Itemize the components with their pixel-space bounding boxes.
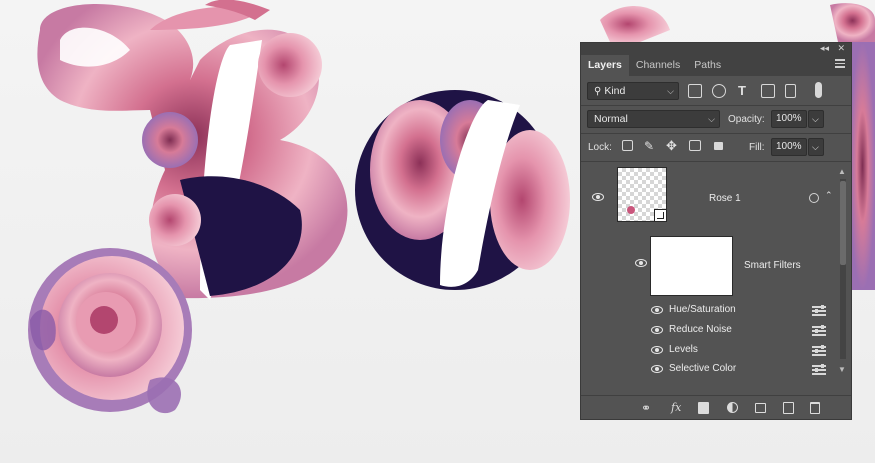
scroll-up-icon[interactable]: ▲ [838,167,846,176]
adjustment-filter-icon[interactable] [712,84,726,98]
layers-bottom-toolbar: ⚭ fx [581,395,851,419]
tab-channels[interactable]: Channels [629,55,687,76]
filter-row-reduce-noise[interactable]: Reduce Noise [581,320,836,340]
close-panel-button[interactable]: ✕ [837,43,845,54]
fill-input[interactable]: 100% [771,138,807,156]
lock-image-icon[interactable]: ✎ [644,139,654,153]
adjustment-layer-icon[interactable] [727,402,738,413]
tab-paths[interactable]: Paths [687,55,728,76]
filter-row-levels[interactable]: Levels [581,340,836,360]
fx-icon[interactable]: fx [671,402,681,414]
image-filter-icon[interactable] [688,84,702,98]
lock-all-icon[interactable] [714,142,723,150]
opacity-input[interactable]: 100% [771,110,807,128]
scroll-thumb[interactable] [840,181,846,265]
chevron-down-icon: ⌵ [667,86,674,96]
tab-layers[interactable]: Layers [581,55,629,76]
rose-thumbnail-icon [627,206,635,214]
filter-name: Reduce Noise [669,324,732,335]
rose-flower [28,248,192,414]
letter-o-shape [355,90,570,290]
layers-panel: ◂◂ ✕ Layers Channels Paths ⚲ Kind ⌵ T Nor… [580,42,852,420]
lock-position-icon[interactable]: ✥ [666,138,677,154]
fill-dropdown-button[interactable]: ⌵ [808,138,824,156]
layers-list[interactable]: Rose 1 ⌃ Smart Filters Hue/Saturation Re… [581,163,836,376]
new-group-icon[interactable] [755,403,766,413]
fill-label: Fill: [749,142,765,153]
shape-filter-icon[interactable] [761,84,775,98]
add-mask-icon[interactable] [698,402,709,414]
scroll-down-icon[interactable]: ▼ [838,365,846,374]
filter-row-hue-saturation[interactable]: Hue/Saturation [581,300,836,320]
filter-name: Hue/Saturation [669,304,736,315]
smart-object-badge-icon [654,209,666,221]
delete-layer-icon[interactable] [810,402,820,414]
visibility-eye-icon[interactable] [651,326,663,334]
visibility-eye-icon[interactable] [651,365,663,373]
filter-toggle-icon[interactable] [815,82,822,98]
chevron-up-icon[interactable]: ⌃ [825,190,833,201]
layer-name: Rose 1 [709,193,741,204]
opacity-dropdown-button[interactable]: ⌵ [808,110,824,128]
lock-label: Lock: [588,142,612,153]
blending-options-icon[interactable] [812,325,826,336]
smart-filters-label: Smart Filters [744,260,801,271]
layer-thumbnail [617,167,667,222]
smart-filter-mask-thumbnail [650,236,733,296]
link-layers-icon[interactable]: ⚭ [641,402,651,414]
filter-kind-label: Kind [604,85,626,97]
smart-filter-link-icon[interactable] [809,193,819,203]
visibility-eye-icon[interactable] [651,306,663,314]
filter-row-selective-color[interactable]: Selective Color [581,359,836,376]
filter-name: Levels [669,344,698,355]
visibility-eye-icon[interactable] [651,346,663,354]
blend-mode-value: Normal [594,113,628,125]
search-icon: ⚲ [594,86,602,97]
blending-options-icon[interactable] [812,305,826,316]
type-filter-icon[interactable]: T [738,83,746,98]
panel-menu-icon[interactable] [835,59,845,70]
panel-tabs: Layers Channels Paths [581,54,851,76]
chevron-down-icon: ⌵ [708,114,715,124]
smart-filters-row[interactable]: Smart Filters [581,232,836,300]
filter-name: Selective Color [669,363,737,374]
smart-object-filter-icon[interactable] [785,84,796,98]
lock-transparent-icon[interactable] [622,140,633,151]
visibility-eye-icon[interactable] [635,259,647,267]
blending-options-icon[interactable] [812,364,826,375]
blend-mode-select[interactable]: Normal ⌵ [587,110,720,128]
panel-title-bar[interactable]: ◂◂ ✕ [581,43,851,54]
layers-scrollbar[interactable]: ▲ ▼ [836,163,851,379]
new-layer-icon[interactable] [783,402,794,414]
collapse-panel-button[interactable]: ◂◂ [820,43,829,54]
layer-row-rose-1[interactable]: Rose 1 ⌃ [581,163,836,232]
opacity-label: Opacity: [728,114,765,125]
lock-artboard-icon[interactable] [689,140,701,151]
visibility-eye-icon[interactable] [592,193,604,201]
blending-options-icon[interactable] [812,345,826,356]
filter-kind-select[interactable]: ⚲ Kind ⌵ [587,82,679,100]
